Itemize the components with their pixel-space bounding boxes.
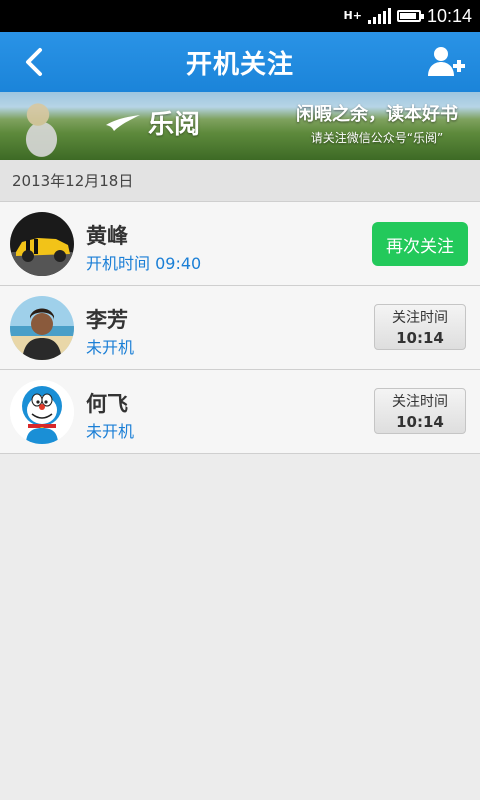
follow-time-button[interactable]: 关注时间 10:14 [374, 388, 466, 434]
follow-time-value: 10:14 [396, 329, 444, 347]
banner-logo-text: 乐阅 [148, 110, 201, 140]
contact-name: 黄峰 [86, 224, 128, 248]
signal-icon [367, 8, 391, 24]
avatar [10, 296, 74, 360]
banner-line1: 闲暇之余，读本好书 [296, 104, 458, 125]
contact-status: 开机时间 09:40 [86, 254, 202, 273]
network-type: H+ [343, 9, 362, 22]
avatar [10, 380, 74, 444]
ad-banner[interactable]: 乐阅 闲暇之余，读本好书 请关注微信公众号“乐阅” [0, 92, 480, 160]
banner-logo: 乐阅 [104, 104, 200, 141]
page-title: 开机关注 [185, 49, 294, 80]
follow-time-label: 关注时间 [392, 310, 448, 326]
avatar [10, 212, 74, 276]
add-user-icon[interactable] [426, 44, 466, 80]
contact-row[interactable]: 何飞 未开机 关注时间 10:14 [0, 370, 480, 454]
banner-text: 闲暇之余，读本好书 请关注微信公众号“乐阅” [296, 100, 458, 146]
status-bar: H+ 10:14 [0, 0, 480, 32]
contact-name: 何飞 [86, 392, 128, 416]
contact-name: 李芳 [86, 308, 128, 332]
swoosh-icon [106, 114, 140, 131]
date-header: 2013年12月18日 [0, 160, 480, 202]
banner-image [10, 96, 80, 158]
follow-time-button[interactable]: 关注时间 10:14 [374, 304, 466, 350]
contact-status: 未开机 [86, 338, 135, 357]
contact-row[interactable]: 李芳 未开机 关注时间 10:14 [0, 286, 480, 370]
back-arrow-icon[interactable] [16, 44, 52, 80]
battery-icon [396, 10, 424, 22]
refollow-button[interactable]: 再次关注 [372, 222, 468, 266]
follow-time-label: 关注时间 [392, 394, 448, 410]
app-header: 开机关注 [0, 32, 480, 92]
contact-list: 黄峰 开机时间 09:40 再次关注 李芳 未开机 关注时间 10:14 何飞 … [0, 202, 480, 454]
banner-line2: 请关注微信公众号“乐阅” [310, 131, 444, 145]
contact-row[interactable]: 黄峰 开机时间 09:40 再次关注 [0, 202, 480, 286]
status-time: 10:14 [426, 5, 472, 26]
follow-time-value: 10:14 [396, 413, 444, 431]
contact-status: 未开机 [86, 422, 135, 441]
